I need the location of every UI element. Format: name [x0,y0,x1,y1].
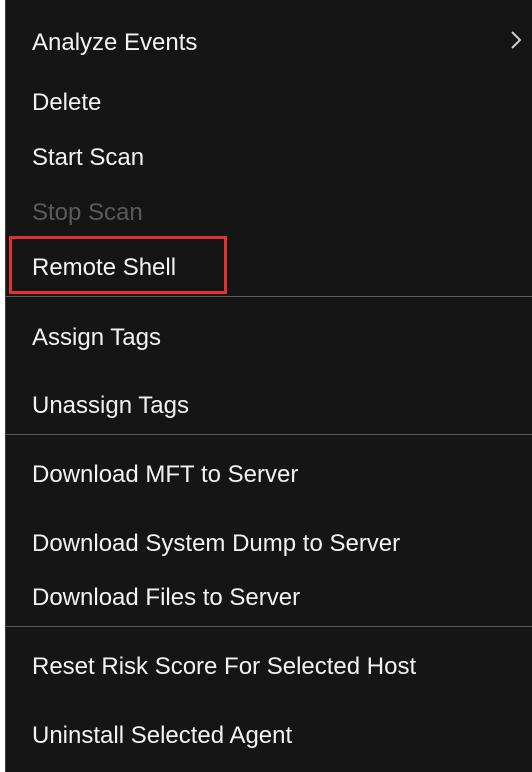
menu-item-delete[interactable]: Delete [32,88,101,118]
chevron-right-icon [511,31,522,49]
menu-item-label: Download System Dump to Server [32,530,401,557]
menu-item-download-system-dump[interactable]: Download System Dump to Server [32,529,400,559]
menu-item-stop-scan: Stop Scan [32,198,143,228]
menu-item-start-scan[interactable]: Start Scan [32,143,144,173]
menu-item-label: Unassign Tags [32,392,189,419]
menu-item-analyze-events[interactable]: Analyze Events [32,28,197,58]
menu-item-label: Download MFT to Server [32,461,299,488]
menu-item-assign-tags[interactable]: Assign Tags [32,323,161,353]
menu-item-uninstall-agent[interactable]: Uninstall Selected Agent [32,721,292,751]
menu-divider [6,434,532,435]
menu-item-label: Start Scan [32,144,145,171]
menu-item-download-files[interactable]: Download Files to Server [32,583,300,613]
menu-item-label: Reset Risk Score For Selected Host [32,653,417,680]
menu-item-label: Stop Scan [32,199,143,226]
menu-item-remote-shell[interactable]: Remote Shell [32,253,176,283]
menu-item-download-mft[interactable]: Download MFT to Server [32,460,298,490]
menu-item-label: Assign Tags [32,324,161,351]
menu-divider [6,626,532,627]
menu-divider [6,296,532,297]
context-menu: Analyze Events Delete Start Scan Stop Sc… [5,0,532,772]
menu-item-reset-risk-score[interactable]: Reset Risk Score For Selected Host [32,652,416,682]
menu-item-unassign-tags[interactable]: Unassign Tags [32,391,189,421]
menu-item-label: Download Files to Server [32,584,301,611]
menu-item-label: Uninstall Selected Agent [32,722,293,749]
menu-item-label: Analyze Events [32,29,198,56]
menu-item-label: Delete [32,89,102,116]
menu-item-label: Remote Shell [32,254,177,281]
